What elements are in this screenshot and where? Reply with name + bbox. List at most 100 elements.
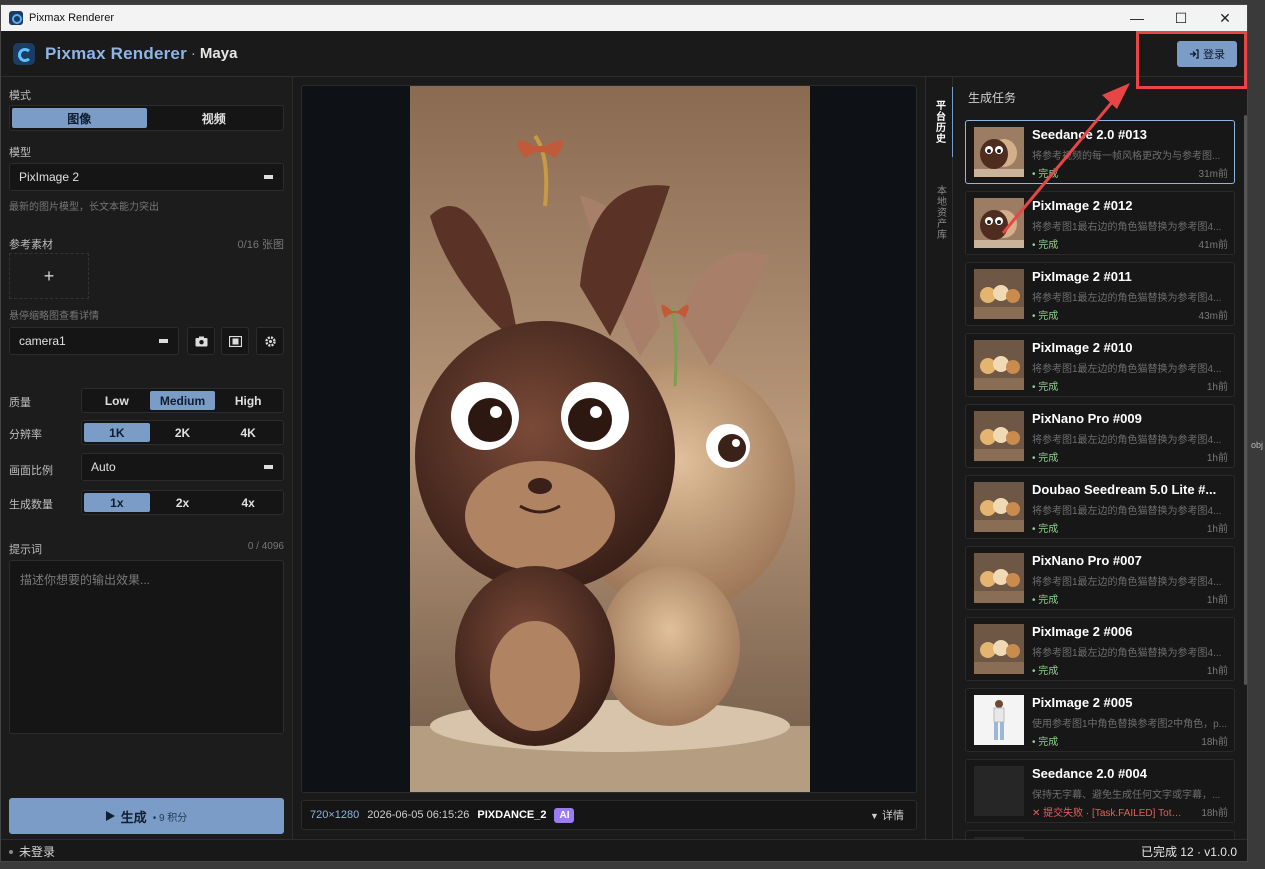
play-icon	[105, 811, 115, 821]
generate-cost: • 9 积分	[152, 812, 188, 824]
film-icon	[228, 335, 242, 347]
menu-icon	[159, 339, 168, 343]
count-label: 生成数量	[9, 499, 53, 511]
task-card[interactable]: PixImage 2 #010 将参考图1最左边的角色猫替换为参考图4... • 完…	[965, 333, 1235, 397]
prompt-label: 提示词	[9, 544, 42, 556]
app-icon	[9, 11, 23, 25]
maximize-button[interactable]: ☐	[1159, 5, 1203, 31]
resolution-1k-option[interactable]: 1K	[84, 423, 150, 442]
task-description: 使用参考图1中角色替换参考图2中角色，p...	[1032, 719, 1228, 730]
generate-button[interactable]: 生成 • 9 积分	[9, 798, 284, 834]
task-scrollbar[interactable]	[1244, 115, 1247, 685]
film-button[interactable]	[221, 327, 249, 355]
task-card[interactable]: PixImage 2 #012 将参考图1最右边的角色猫替换为参考图4... • 完…	[965, 191, 1235, 255]
task-description: 将参考图1最左边的角色猫替换为参考图4...	[1032, 435, 1222, 446]
task-card[interactable]: Doubao Seedream 5.0 Lite #... 将参考图1最左边的角色…	[965, 475, 1235, 539]
count-1x-option[interactable]: 1x	[84, 493, 150, 512]
ai-badge: AI	[554, 807, 575, 823]
task-thumbnail	[974, 198, 1024, 248]
preview-image	[410, 86, 810, 792]
task-description: 将参考图1最左边的角色猫替换为参考图4...	[1032, 293, 1222, 304]
side-tabs: 平台历史 本地资产库	[925, 77, 954, 839]
count-4x-option[interactable]: 4x	[215, 493, 281, 512]
generate-label: 生成	[120, 809, 147, 825]
aspect-select[interactable]: Auto	[81, 453, 284, 481]
task-description: 将参考图1最左边的角色猫替换为参考图4...	[1032, 648, 1222, 659]
mode-toggle: 图像 视频	[9, 105, 284, 131]
task-thumbnail	[974, 624, 1024, 674]
task-status: • 完成	[1032, 311, 1059, 322]
reference-count: 0/16 张图	[237, 239, 284, 251]
task-panel-title: 生成任务	[968, 91, 1017, 105]
quality-high-option[interactable]: High	[215, 391, 281, 410]
image-model: PIXDANCE_2	[477, 809, 547, 821]
chevron-down-icon: ▼	[870, 811, 879, 821]
settings-panel: 模式 图像 视频 模型 PixImage 2 最新的图片模型，长文本能力突出 参…	[1, 77, 293, 839]
mode-video-option[interactable]: 视频	[147, 108, 282, 128]
tab-platform-history[interactable]: 平台历史	[926, 87, 954, 157]
resolution-label: 分辨率	[9, 429, 42, 441]
quality-medium-option[interactable]: Medium	[149, 391, 216, 410]
task-card[interactable]: Seedance 2.0 #004 保持无字幕、避免生成任何文字或字幕，... ✕ …	[965, 759, 1235, 823]
task-time: 1h前	[1206, 453, 1228, 464]
login-status: 未登录	[19, 845, 56, 859]
task-description: 将参考视频的每一帧风格更改为与参考图...	[1032, 151, 1221, 162]
resolution-toggle: 1K 2K 4K	[81, 420, 284, 445]
details-label: 详情	[882, 810, 904, 822]
task-card[interactable]: Seedance 2.0 #003	[965, 830, 1235, 839]
task-card[interactable]: Seedance 2.0 #013 将参考视频的每一帧风格更改为与参考图... • …	[965, 120, 1235, 184]
task-time: 1h前	[1206, 382, 1228, 393]
status-bar: 未登录 已完成 12 · v1.0.0	[1, 839, 1247, 861]
count-2x-option[interactable]: 2x	[150, 493, 216, 512]
tab-local-assets[interactable]: 本地资产库	[926, 172, 954, 252]
task-time: 18h前	[1201, 737, 1228, 748]
task-name: Seedance 2.0 #013	[1032, 127, 1147, 142]
logo-icon	[13, 42, 35, 65]
prompt-input[interactable]: 描述你想要的输出效果...	[9, 560, 284, 734]
camera-icon	[195, 336, 207, 346]
task-card[interactable]: PixNano Pro #007 将参考图1最左边的角色猫替换为参考图4... • …	[965, 546, 1235, 610]
mode-label: 模式	[9, 90, 31, 102]
project-name: Maya	[199, 45, 238, 62]
quality-toggle: Low Medium High	[81, 388, 284, 413]
aspect-label: 画面比例	[9, 465, 53, 477]
task-name: PixNano Pro #007	[1032, 553, 1142, 568]
resolution-4k-option[interactable]: 4K	[215, 423, 281, 442]
task-card[interactable]: PixImage 2 #005 使用参考图1中角色替换参考图2中角色，p... • …	[965, 688, 1235, 752]
task-status: ✕ 提交失败 · [Task.FAILED] Total ...	[1032, 808, 1182, 819]
window-title: Pixmax Renderer	[29, 12, 114, 24]
camera-button[interactable]	[187, 327, 215, 355]
task-description: 将参考图1最左边的角色猫替换为参考图4...	[1032, 577, 1222, 588]
gear-icon	[264, 335, 276, 347]
reference-label: 参考素材	[9, 239, 53, 251]
task-thumbnail	[974, 340, 1024, 390]
task-description: 将参考图1最右边的角色猫替换为参考图4...	[1032, 222, 1222, 233]
resolution-2k-option[interactable]: 2K	[150, 423, 216, 442]
task-status: • 完成	[1032, 666, 1059, 677]
image-info-bar: 720×1280 2026-06-05 06:15:26 PIXDANCE_2 …	[301, 800, 917, 830]
preview-area: 720×1280 2026-06-05 06:15:26 PIXDANCE_2 …	[293, 77, 1203, 839]
task-card[interactable]: PixImage 2 #006 将参考图1最左边的角色猫替换为参考图4... • 完…	[965, 617, 1235, 681]
app-window: Pixmax Renderer — ☐ ✕ Pixmax Renderer · …	[0, 4, 1248, 862]
settings-button[interactable]	[256, 327, 284, 355]
version-status: 已完成 12 · v1.0.0	[1140, 845, 1237, 859]
camera-select[interactable]: camera1	[9, 327, 179, 355]
model-select[interactable]: PixImage 2	[9, 163, 284, 191]
details-toggle[interactable]: ▼ 详情	[870, 807, 904, 823]
mode-image-option[interactable]: 图像	[12, 108, 147, 128]
image-viewer	[301, 85, 917, 793]
task-name: PixImage 2 #012	[1032, 198, 1133, 213]
task-description: 保持无字幕、避免生成任何文字或字幕，...	[1032, 790, 1221, 801]
task-card[interactable]: PixNano Pro #009 将参考图1最左边的角色猫替换为参考图4... • …	[965, 404, 1235, 468]
add-reference-button[interactable]: +	[9, 253, 89, 299]
task-name: PixImage 2 #010	[1032, 340, 1133, 355]
close-button[interactable]: ✕	[1203, 5, 1247, 31]
minimize-button[interactable]: —	[1115, 5, 1159, 31]
task-description: 将参考图1最左边的角色猫替换为参考图4...	[1032, 506, 1222, 517]
model-value: PixImage 2	[19, 170, 80, 184]
quality-low-option[interactable]: Low	[84, 391, 150, 410]
task-thumbnail	[974, 695, 1024, 745]
task-panel: 生成任务 Seedance 2.0 #013 将参考视频的每一帧风格更改为与参考图…	[953, 77, 1247, 839]
task-card[interactable]: PixImage 2 #011 将参考图1最左边的角色猫替换为参考图4... • 完…	[965, 262, 1235, 326]
task-name: PixImage 2 #006	[1032, 624, 1133, 639]
